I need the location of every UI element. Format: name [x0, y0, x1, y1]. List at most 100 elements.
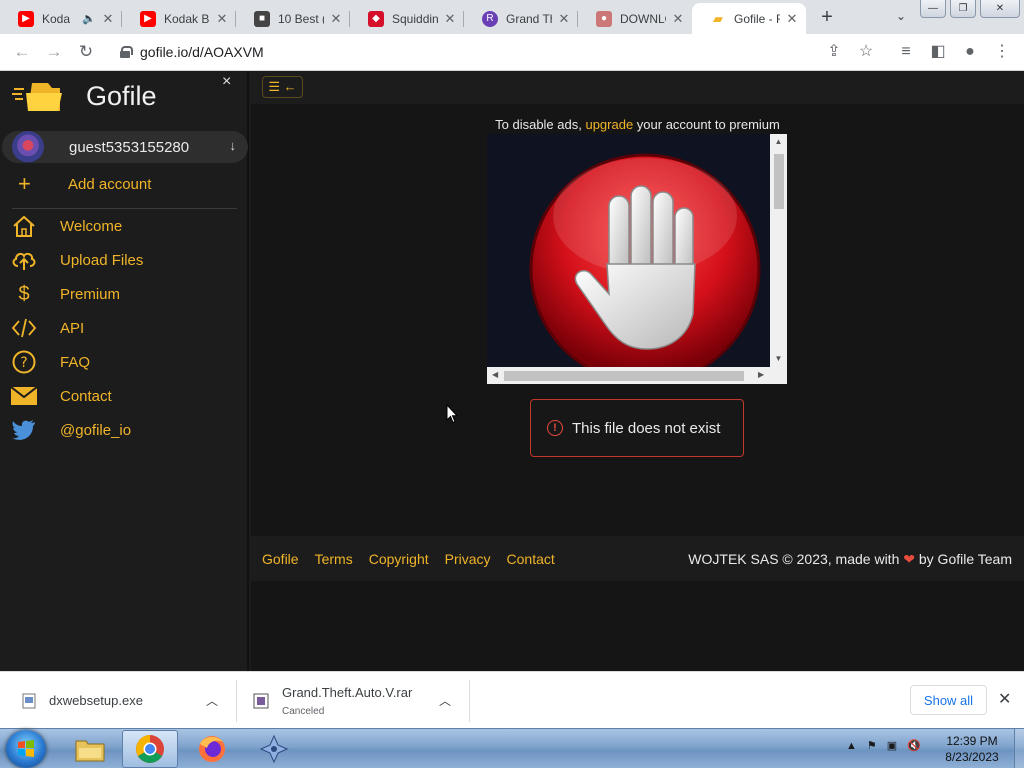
show-hidden-icons-icon[interactable]: ▲ — [846, 740, 857, 752]
browser-tab[interactable]: ▶ Koda 🔈 ✕ — [0, 3, 122, 34]
minimize-icon[interactable]: — — [920, 0, 946, 18]
close-tab-icon[interactable]: ✕ — [214, 11, 230, 27]
footer-link-privacy[interactable]: Privacy — [445, 551, 491, 567]
scroll-thumb[interactable] — [504, 371, 744, 381]
taskbar-app[interactable] — [246, 730, 302, 768]
scroll-left-icon[interactable]: ◀ — [492, 370, 498, 379]
upgrade-link[interactable]: upgrade — [585, 117, 633, 132]
taskbar-chrome[interactable] — [122, 730, 178, 768]
browser-tab[interactable]: ◆ Squiddin ✕ — [350, 3, 464, 34]
download-item[interactable]: dxwebsetup.exe ︿ — [0, 672, 236, 729]
new-tab-icon[interactable]: + — [816, 6, 838, 29]
close-download-shelf-icon[interactable]: ✕ — [998, 689, 1011, 709]
browser-tab[interactable]: R Grand Th ✕ — [464, 3, 578, 34]
reload-icon[interactable]: ↻ — [76, 43, 96, 61]
browser-tab[interactable]: ● DOWNLO ✕ — [578, 3, 692, 34]
browser-tab-active[interactable]: ▰ Gofile - F ✕ — [692, 3, 806, 34]
main-header: ☰ ← — [251, 71, 1024, 104]
profile-icon[interactable]: ● — [960, 43, 980, 61]
sidebar-item-faq[interactable]: ? FAQ — [0, 347, 246, 377]
ad-frame[interactable]: ▲ ▼ ◀ ▶ — [487, 134, 787, 384]
address-bar[interactable]: gofile.io/d/AOAXVM — [110, 38, 870, 66]
sidebar-item-contact[interactable]: Contact — [0, 381, 246, 411]
url-text[interactable]: gofile.io/d/AOAXVM — [140, 44, 264, 60]
firefox-icon — [199, 736, 225, 762]
close-sidebar-icon[interactable]: × — [222, 73, 231, 91]
bookmark-star-icon[interactable]: ☆ — [856, 43, 876, 61]
taskbar-clock[interactable]: 12:39 PM 8/23/2023 — [936, 733, 1008, 765]
tab-title: Gofile - F — [734, 11, 780, 26]
clock-time: 12:39 PM — [946, 734, 998, 748]
restore-icon[interactable]: ❐ — [950, 0, 976, 18]
rar-file-icon — [253, 693, 269, 708]
scroll-up-icon[interactable]: ▲ — [770, 137, 787, 146]
speaker-icon[interactable]: 🔈 — [82, 12, 96, 25]
network-icon[interactable]: ▣ — [887, 739, 897, 752]
volume-muted-icon[interactable]: 🔇 — [907, 739, 921, 752]
side-panel-icon[interactable]: ◧ — [928, 43, 948, 61]
sidebar: Gofile × guest5353155280 ↓ + Add account… — [0, 71, 249, 671]
chevron-up-icon[interactable]: ︿ — [206, 692, 218, 709]
footer-links: Gofile Terms Copyright Privacy Contact — [262, 551, 571, 567]
footer-link-terms[interactable]: Terms — [315, 551, 353, 567]
chevron-up-icon[interactable]: ︿ — [439, 692, 451, 709]
show-all-button[interactable]: Show all — [910, 685, 987, 715]
sidebar-item-api[interactable]: API — [0, 313, 246, 343]
browser-tab[interactable]: ▶ Kodak Bl ✕ — [122, 3, 236, 34]
action-center-flag-icon[interactable]: ⚑ — [867, 739, 877, 752]
gta-icon: ■ — [254, 10, 270, 27]
gofile-icon: ▰ — [713, 10, 723, 26]
window-controls: — ❐ ✕ — [920, 0, 1024, 18]
footer-link-gofile[interactable]: Gofile — [262, 551, 299, 567]
chrome-icon — [136, 735, 164, 763]
start-button[interactable] — [6, 730, 46, 768]
sidebar-item-twitter[interactable]: @gofile_io — [0, 415, 246, 445]
close-tab-icon[interactable]: ✕ — [328, 11, 344, 27]
code-icon — [11, 318, 37, 338]
page-footer: Gofile Terms Copyright Privacy Contact W… — [251, 536, 1024, 581]
close-tab-icon[interactable]: ✕ — [442, 11, 458, 27]
close-tab-icon[interactable]: ✕ — [670, 11, 686, 27]
close-tab-icon[interactable]: ✕ — [556, 11, 572, 27]
menu-kebab-icon[interactable]: ⋮ — [992, 43, 1012, 61]
home-icon — [11, 215, 37, 237]
back-icon[interactable]: ← — [12, 43, 32, 61]
ad-horizontal-scrollbar[interactable]: ◀ ▶ — [487, 367, 787, 384]
download-filename: Grand.Theft.Auto.V.rar — [282, 684, 413, 700]
browser-tab[interactable]: ■ 10 Best (C ✕ — [236, 3, 350, 34]
footer-link-copyright[interactable]: Copyright — [369, 551, 429, 567]
close-tab-icon[interactable]: ✕ — [784, 11, 800, 27]
scroll-down-icon[interactable]: ▼ — [770, 354, 787, 363]
scroll-right-icon[interactable]: ▶ — [758, 370, 764, 379]
tab-search-icon[interactable]: ⌄ — [896, 9, 906, 23]
taskbar-explorer[interactable] — [62, 730, 118, 768]
close-tab-icon[interactable]: ✕ — [100, 11, 116, 27]
sidebar-item-upload-files[interactable]: Upload Files — [0, 245, 246, 275]
show-desktop-button[interactable] — [1014, 729, 1024, 768]
close-window-icon[interactable]: ✕ — [980, 0, 1020, 18]
media-control-icon[interactable]: ≡ — [896, 43, 916, 61]
add-account-label: Add account — [68, 175, 152, 193]
toggle-sidebar-button[interactable]: ☰ ← — [262, 76, 303, 98]
sidebar-item-welcome[interactable]: Welcome — [0, 211, 246, 241]
sidebar-item-premium[interactable]: $ Premium — [0, 279, 246, 309]
lock-icon[interactable] — [120, 46, 133, 58]
taskbar-firefox[interactable] — [184, 730, 240, 768]
exe-file-icon — [22, 693, 36, 708]
account-row[interactable]: guest5353155280 ↓ — [2, 131, 248, 163]
arrow-down-icon[interactable]: ↓ — [230, 138, 237, 153]
scroll-thumb[interactable] — [774, 154, 784, 209]
forward-icon[interactable]: → — [44, 43, 64, 61]
sidebar-divider — [12, 208, 237, 209]
tab-title: Koda — [42, 11, 71, 26]
gamepad-icon — [259, 734, 289, 764]
windows-taskbar: ▲ ⚑ ▣ 🔇 12:39 PM 8/23/2023 — [0, 728, 1024, 768]
ad-vertical-scrollbar[interactable]: ▲ ▼ — [770, 134, 787, 367]
ad-notice-text: your account to premium — [633, 117, 780, 132]
question-icon: ? — [11, 350, 37, 374]
footer-link-contact[interactable]: Contact — [507, 551, 555, 567]
heart-icon: ❤ — [903, 551, 915, 567]
download-item[interactable]: Grand.Theft.Auto.V.rar Canceled ︿ — [237, 672, 469, 729]
add-account-button[interactable]: + Add account — [0, 169, 246, 199]
share-icon[interactable]: ⇪ — [824, 43, 844, 61]
